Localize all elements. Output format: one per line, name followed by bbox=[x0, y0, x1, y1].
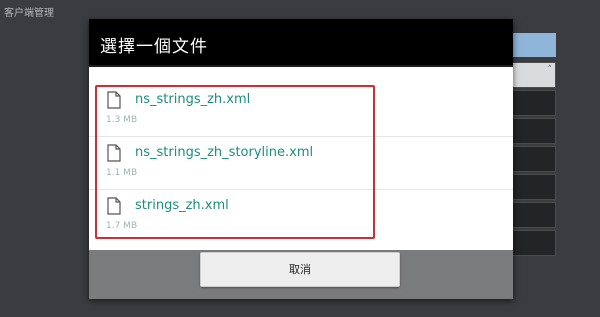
background-list-cell bbox=[512, 90, 556, 116]
cancel-button[interactable]: 取消 bbox=[200, 252, 400, 287]
dialog-header: 選擇一個文件 bbox=[89, 19, 513, 67]
background-list-cell bbox=[512, 202, 556, 228]
file-chooser-dialog: 選擇一個文件 ns_strings_zh.xml 1.3 MB ns_strin… bbox=[89, 19, 513, 299]
background-list: ˄ bbox=[512, 62, 556, 258]
background-panel-header bbox=[512, 33, 556, 57]
background-list-cell bbox=[512, 118, 556, 144]
background-list-cell bbox=[512, 230, 556, 256]
highlight-annotation bbox=[95, 85, 375, 239]
background-list-cell: ˄ bbox=[512, 62, 556, 88]
background-list-cell bbox=[512, 146, 556, 172]
background-list-cell bbox=[512, 174, 556, 200]
dialog-spacer bbox=[89, 67, 513, 84]
dialog-footer: 取消 bbox=[89, 250, 513, 299]
dialog-title: 選擇一個文件 bbox=[100, 37, 208, 57]
chevron-up-icon: ˄ bbox=[547, 65, 553, 75]
app-title: 客户端管理 bbox=[4, 8, 54, 19]
